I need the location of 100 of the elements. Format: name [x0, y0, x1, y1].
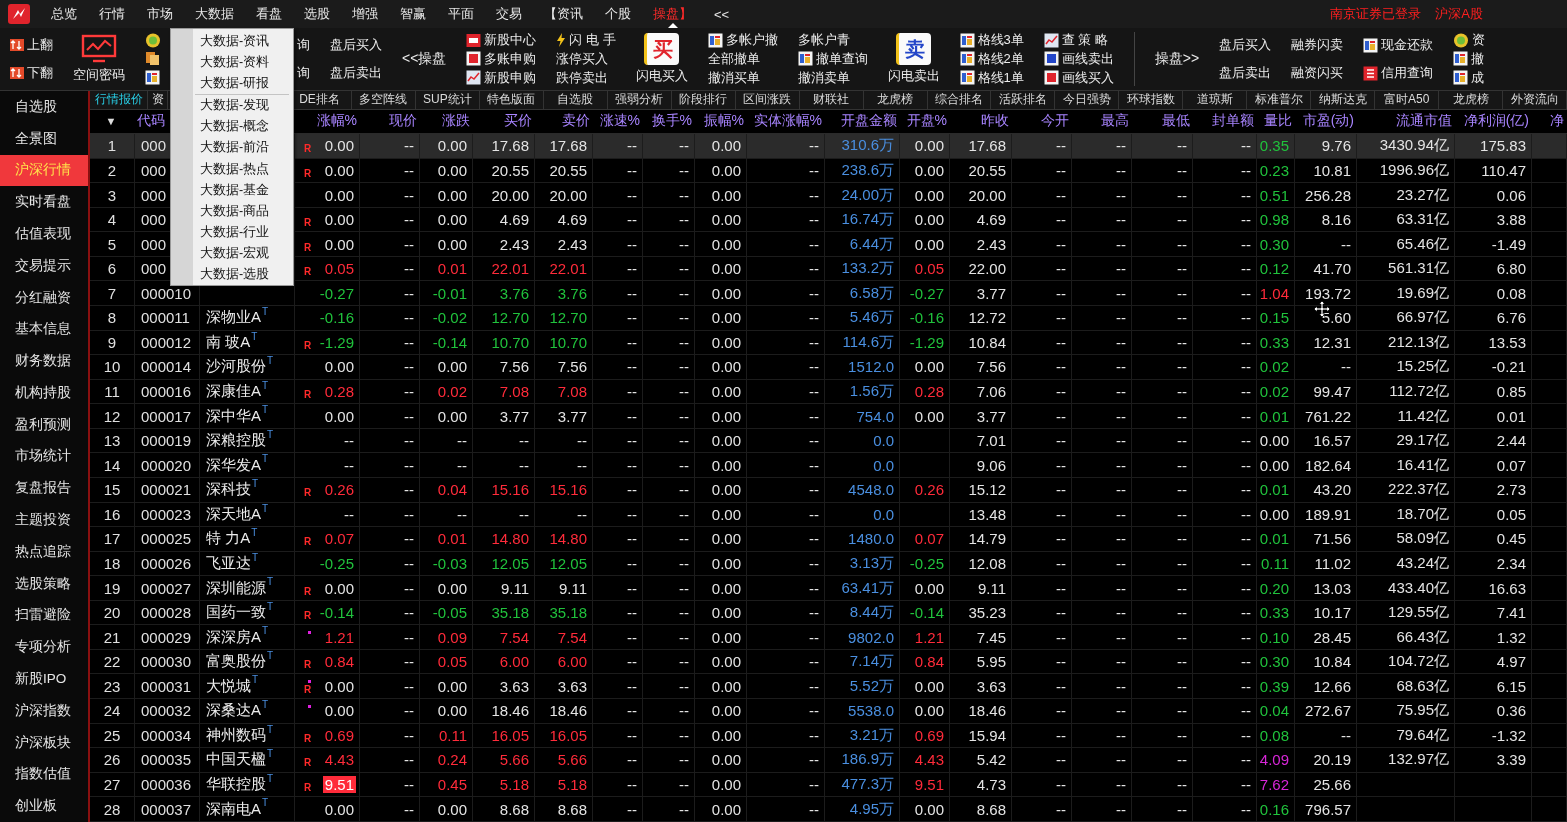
sidebar-item[interactable]: 全景图 — [0, 122, 88, 155]
column-header[interactable]: 涨速% — [599, 112, 640, 131]
toolbar-button[interactable]: 资 — [1453, 31, 1486, 50]
menu-item[interactable]: 总览 — [40, 0, 88, 28]
toolbar-button[interactable]: 撤单查询 — [797, 50, 868, 68]
toolbar-button[interactable]: 下翻 — [10, 64, 53, 82]
sidebar-item[interactable]: 自选股 — [0, 91, 88, 123]
toolbar-button[interactable]: 盘后买入 — [1219, 36, 1272, 54]
flash-trade-button[interactable]: 卖 闪电卖出 — [887, 33, 940, 85]
sidebar-item[interactable]: 指数估值 — [0, 758, 88, 791]
menu-item[interactable]: 大数据-选股 — [193, 263, 293, 285]
toolbar-button[interactable]: <<操盘 — [402, 50, 447, 68]
column-header[interactable]: 开盘% — [906, 112, 947, 131]
tab[interactable]: 财联社 — [799, 91, 864, 109]
menu-item[interactable]: 选股 — [293, 0, 341, 28]
tab[interactable]: 资 — [148, 91, 168, 109]
toolbar-button[interactable]: 融券闪卖 — [1291, 36, 1344, 54]
sidebar-item[interactable]: 选股策略 — [0, 567, 88, 600]
column-header[interactable]: 实体涨幅% — [753, 112, 822, 131]
toolbar-button[interactable]: 画线买入 — [1043, 68, 1114, 87]
column-header[interactable]: 买价 — [504, 112, 532, 131]
tab[interactable]: 外资流向 — [1503, 91, 1567, 109]
column-header[interactable]: 量比 — [1264, 112, 1292, 131]
menu-item[interactable]: << — [703, 0, 741, 28]
toolbar-button[interactable]: 格线2单 — [959, 50, 1024, 68]
toolbar-button[interactable]: 格线3单 — [959, 31, 1024, 50]
sidebar-item[interactable]: 分红融资 — [0, 281, 88, 314]
toolbar-button[interactable]: 多帐户撤 — [707, 31, 778, 50]
column-header[interactable]: 流通市值 — [1396, 112, 1452, 131]
column-header[interactable]: 涨跌 — [442, 112, 470, 131]
tab[interactable]: SUP统计 — [415, 91, 480, 109]
column-header[interactable]: 净利润(亿) — [1463, 112, 1529, 131]
menu-item[interactable]: 大数据-行业 — [193, 221, 293, 243]
column-header[interactable]: 卖价 — [562, 112, 590, 131]
toolbar-button[interactable]: 成 — [1453, 68, 1486, 87]
doc-icon[interactable] — [145, 51, 161, 67]
flash-trade-button[interactable]: 买 闪电买入 — [635, 33, 688, 85]
tab[interactable]: 环球指数 — [1119, 91, 1184, 109]
toolbar-button[interactable]: 询 — [297, 36, 310, 54]
toolbar-button[interactable]: 格线1单 — [959, 68, 1024, 87]
toolbar-button[interactable]: 现金还款 — [1363, 36, 1434, 54]
toolbar-button[interactable]: 询 — [297, 64, 310, 82]
sidebar-item[interactable]: 沪深板块 — [0, 726, 88, 759]
menu-item[interactable]: 交易 — [485, 0, 533, 28]
sidebar-item[interactable]: 扫雷避险 — [0, 599, 88, 632]
toolbar-button[interactable]: 新股中心 — [466, 31, 537, 50]
tab[interactable]: 道琼斯 — [1183, 91, 1248, 109]
toolbar-button[interactable]: 撤消卖单 — [797, 68, 868, 87]
menu-item[interactable]: 大数据 — [184, 0, 245, 28]
sidebar-item[interactable]: 热点追踪 — [0, 535, 88, 568]
tab[interactable]: 龙虎榜 — [1439, 91, 1504, 109]
tab[interactable]: 纳斯达克 — [1311, 91, 1376, 109]
toolbar-button[interactable]: 闪 电 手 — [556, 31, 616, 50]
menu-item[interactable]: 行情 — [88, 0, 136, 28]
menu-item[interactable]: 市场 — [136, 0, 184, 28]
column-header[interactable]: 涨幅% — [316, 112, 357, 131]
tab[interactable]: 综合排名 — [927, 91, 992, 109]
menu-item[interactable]: 个股 — [594, 0, 642, 28]
toolbar-button[interactable]: 盘后卖出 — [330, 64, 382, 82]
tab[interactable]: 区间涨跌 — [735, 91, 800, 109]
column-header[interactable]: 昨收 — [981, 112, 1009, 131]
sidebar-item[interactable]: 复盘报告 — [0, 472, 88, 505]
toolbar-button[interactable]: 多账申购 — [466, 50, 537, 68]
sidebar-item[interactable]: 主题投资 — [0, 504, 88, 536]
sidebar-item[interactable]: 新股IPO — [0, 663, 88, 695]
card-icon[interactable] — [145, 70, 161, 86]
menu-item[interactable]: 操盘】 — [642, 0, 703, 28]
tab[interactable]: 行情报价 — [90, 91, 148, 109]
toolbar-button[interactable]: 盘后买入 — [330, 36, 382, 54]
sidebar-item[interactable]: 估值表现 — [0, 218, 88, 250]
column-header[interactable]: 换手% — [651, 112, 692, 131]
toolbar-button[interactable]: 画线卖出 — [1043, 50, 1114, 68]
toolbar-button[interactable]: 信用查询 — [1363, 64, 1434, 82]
sidebar-item[interactable]: 机构持股 — [0, 377, 88, 409]
column-header[interactable]: 最高 — [1101, 112, 1129, 131]
tab[interactable]: 活跃排名 — [991, 91, 1056, 109]
toolbar-button[interactable]: 全部撤单 — [707, 50, 778, 68]
toolbar-button[interactable]: 融资闪买 — [1291, 64, 1344, 82]
menu-item[interactable]: 大数据-热点 — [193, 158, 293, 180]
tab[interactable]: 自选股 — [543, 91, 608, 109]
tab[interactable]: 多空阵线 — [351, 91, 416, 109]
tab[interactable]: 阶段排行 — [671, 91, 736, 109]
menu-item[interactable]: 大数据-商品 — [193, 200, 293, 222]
toolbar-button[interactable]: 撤消买单 — [707, 68, 778, 87]
column-header[interactable]: 最低 — [1162, 112, 1190, 131]
column-header[interactable]: 代码 — [137, 112, 165, 131]
toolbar-button[interactable]: 多帐户青 — [797, 31, 868, 50]
sidebar-item[interactable]: 交易提示 — [0, 249, 88, 282]
menu-item[interactable]: 智赢 — [389, 0, 437, 28]
sidebar-item[interactable]: 基本信息 — [0, 313, 88, 346]
menu-item[interactable]: 大数据-资讯 — [193, 31, 293, 53]
column-header[interactable]: 封单额 — [1212, 112, 1254, 131]
sidebar-item[interactable]: 沪深指数 — [0, 694, 88, 727]
toolbar-button[interactable]: 撤 — [1453, 50, 1486, 68]
toolbar-button[interactable]: 涨停买入 — [556, 50, 616, 68]
column-header[interactable]: 净 — [1550, 112, 1564, 131]
tab[interactable]: 强弱分析 — [607, 91, 672, 109]
toolbar-button[interactable]: 上翻 — [10, 36, 53, 54]
column-header[interactable]: 现价 — [389, 112, 417, 131]
menu-item[interactable]: 大数据-概念 — [193, 116, 293, 138]
